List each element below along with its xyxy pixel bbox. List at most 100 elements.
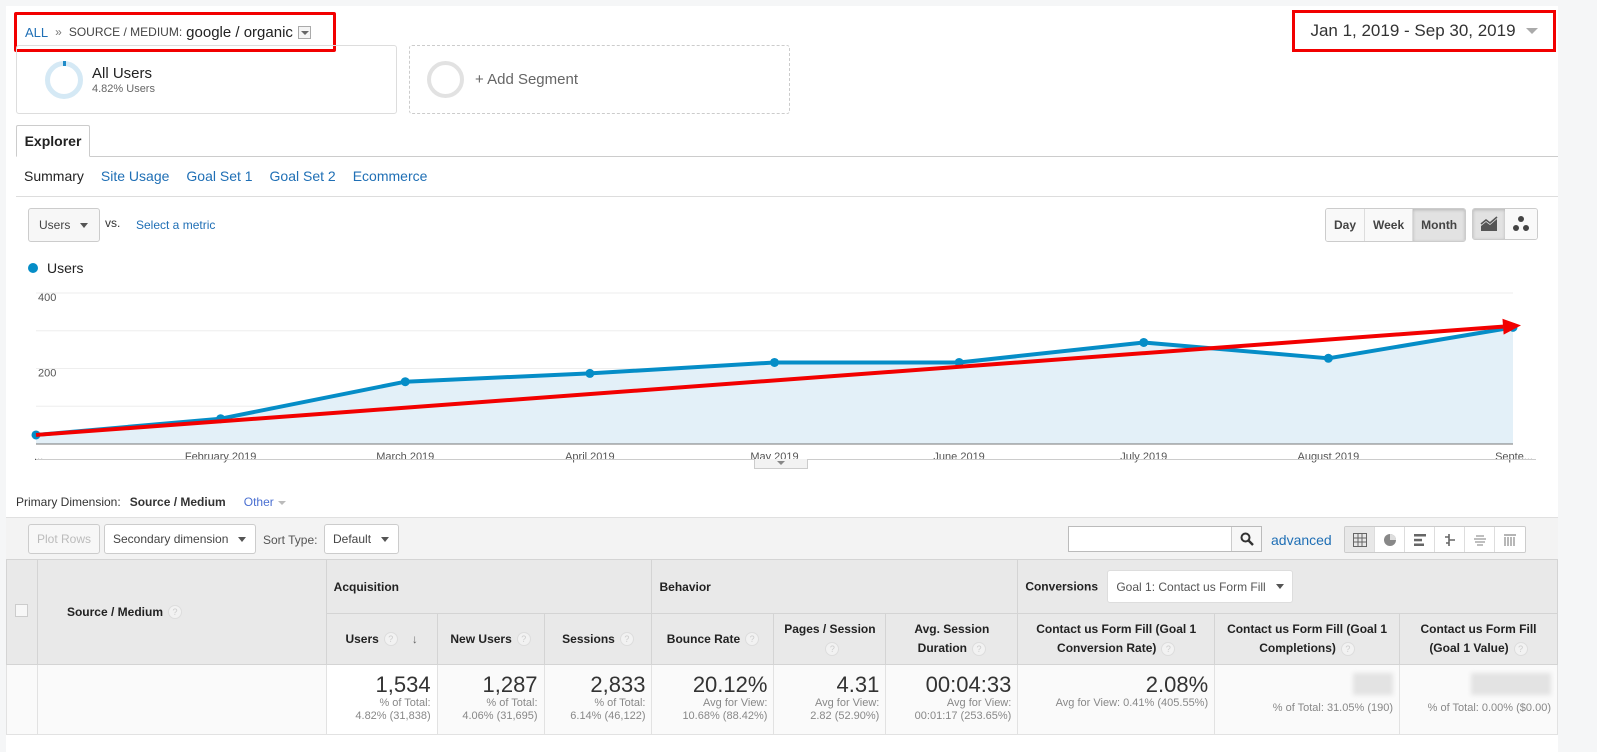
dimension-header-label: Source / Medium	[66, 604, 163, 619]
period-week-button[interactable]: Week	[1365, 209, 1414, 241]
help-icon[interactable]: ?	[745, 632, 760, 647]
primary-dimension-label: Primary Dimension:	[16, 495, 121, 509]
help-icon[interactable]: ?	[383, 632, 398, 647]
table-search-input[interactable]	[1069, 527, 1231, 551]
column-label: Contact us Form Fill (Goal 1 Completions…	[1227, 622, 1388, 655]
column-label: Users	[345, 631, 379, 646]
help-icon[interactable]: ?	[972, 641, 986, 656]
term-cloud-icon	[1473, 534, 1486, 546]
total-detail: 2.82 (52.90%)	[810, 710, 880, 722]
sort-type-value: Default	[333, 532, 372, 546]
term-cloud-view-button[interactable]	[1465, 527, 1495, 552]
total-value: 00:04:33	[925, 672, 1012, 697]
pivot-view-button[interactable]	[1495, 527, 1525, 552]
primary-dimension-bar: Primary Dimension: Source / Medium Other	[16, 495, 286, 509]
sort-type-label: Sort Type:	[263, 533, 318, 547]
column-header-new-users[interactable]: New Users?	[436, 613, 545, 665]
comparison-view-button[interactable]	[1435, 527, 1465, 552]
report-panel: ALL » SOURCE / MEDIUM: google / organic …	[6, 6, 1558, 752]
select-metric-link[interactable]: Select a metric	[136, 218, 215, 232]
x-tick-label: June 2019	[933, 451, 984, 463]
help-icon[interactable]: ?	[1340, 641, 1355, 656]
total-detail: 4.06% (31,695)	[462, 710, 538, 722]
sort-type-select[interactable]: Default	[324, 524, 399, 554]
date-range-picker[interactable]: Jan 1, 2019 - Sep 30, 2019	[1292, 10, 1556, 52]
help-icon[interactable]: ?	[516, 632, 531, 647]
help-icon[interactable]: ?	[825, 641, 840, 656]
total-caption: Avg for View:	[703, 697, 768, 709]
column-header-goal1-completions[interactable]: Contact us Form Fill (Goal 1 Completions…	[1214, 613, 1400, 665]
breadcrumb-separator: »	[55, 25, 62, 39]
dimension-header[interactable]: Source / Medium?	[36, 559, 327, 665]
column-header-bounce-rate[interactable]: Bounce Rate?	[651, 613, 775, 665]
totals-empty-cell	[6, 664, 38, 735]
total-value: 4.31	[836, 672, 880, 697]
caret-down-icon	[80, 222, 89, 228]
line-chart-button[interactable]	[1473, 209, 1505, 239]
subtab-site-usage[interactable]: Site Usage	[101, 168, 169, 184]
subtab-divider	[16, 196, 1558, 197]
segment-all-users[interactable]: All Users 4.82% Users	[16, 45, 397, 114]
data-point-users	[1323, 353, 1333, 363]
period-month-button[interactable]: Month	[1413, 209, 1466, 241]
pie-view-button[interactable]	[1375, 527, 1405, 552]
caret-down-icon	[1275, 584, 1284, 589]
total-caption: Avg for View: 0.41% (405.55%)	[1055, 697, 1209, 709]
series-area-users	[36, 327, 1513, 444]
table-view-button[interactable]	[1345, 527, 1375, 552]
advanced-filter-link[interactable]: advanced	[1271, 532, 1332, 548]
column-header-goal1-value[interactable]: Contact us Form Fill (Goal 1 Value)?	[1399, 613, 1558, 665]
metric-selector[interactable]: Users	[28, 208, 100, 242]
totals-dimension-cell	[36, 664, 327, 735]
chart-legend: Users	[28, 260, 84, 276]
subtab-goal-set-2[interactable]: Goal Set 2	[270, 168, 336, 184]
subtab-summary[interactable]: Summary	[24, 168, 84, 184]
column-label: Sessions	[562, 631, 615, 646]
primary-dimension-other[interactable]: Other	[244, 495, 286, 509]
column-header-pages-per-session[interactable]: Pages / Session?	[773, 613, 887, 665]
help-icon[interactable]: ?	[1161, 641, 1176, 656]
column-header-sessions[interactable]: Sessions?	[543, 613, 653, 665]
total-goal1-value-cell: % of Total: 0.00% ($0.00)	[1399, 664, 1558, 735]
x-tick-label: August 2019	[1297, 451, 1359, 463]
collapse-chart-button[interactable]	[754, 459, 808, 469]
column-header-avg-session-duration[interactable]: Avg. Session Duration?	[885, 613, 1019, 665]
column-header-users[interactable]: Users? ↓	[325, 613, 438, 665]
total-goal1-conversion-rate-cell: 2.08% Avg for View: 0.41% (405.55%)	[1017, 664, 1216, 735]
help-icon[interactable]: ?	[619, 632, 634, 647]
tab-explorer[interactable]: Explorer	[16, 125, 90, 157]
breadcrumb-dropdown-button[interactable]	[297, 25, 311, 39]
segment-title: All Users	[92, 64, 153, 82]
plot-rows-button[interactable]: Plot Rows	[28, 524, 101, 554]
x-tick-label: ...	[34, 451, 43, 463]
column-header-goal1-conversion-rate[interactable]: Contact us Form Fill (Goal 1 Conversion …	[1017, 613, 1216, 665]
select-all-checkbox[interactable]	[15, 604, 29, 617]
breadcrumb-dimension-label: SOURCE / MEDIUM:	[68, 25, 183, 39]
motion-chart-button[interactable]	[1505, 209, 1537, 239]
help-icon[interactable]: ?	[168, 605, 182, 620]
search-button[interactable]	[1231, 527, 1261, 551]
metric-selector-label: Users	[39, 218, 71, 232]
vs-label: vs.	[105, 216, 121, 230]
performance-view-button[interactable]	[1405, 527, 1435, 552]
redacted-value	[1471, 673, 1551, 695]
x-tick-label: March 2019	[376, 451, 434, 463]
comparison-view-icon	[1444, 533, 1455, 546]
period-day-button[interactable]: Day	[1326, 209, 1366, 241]
total-caption: % of Total: 0.00% ($0.00)	[1427, 702, 1551, 714]
table-group-header-row: Source / Medium? Acquisition Behavior Co…	[6, 559, 1558, 665]
subtab-goal-set-1[interactable]: Goal Set 1	[186, 168, 252, 184]
pie-view-icon	[1383, 533, 1396, 546]
primary-dimension-current[interactable]: Source / Medium	[130, 495, 226, 509]
tab-divider	[16, 156, 1558, 157]
conversion-goal-select[interactable]: Goal 1: Contact us Form Fill	[1107, 570, 1293, 603]
breadcrumb-all-link[interactable]: ALL	[25, 25, 48, 40]
sort-desc-arrow-icon: ↓	[411, 631, 418, 646]
add-segment-button[interactable]: + Add Segment	[409, 45, 790, 114]
caret-down-icon	[381, 536, 390, 542]
help-icon[interactable]: ?	[1513, 641, 1528, 656]
secondary-dimension-select[interactable]: Secondary dimension	[104, 524, 256, 554]
total-caption: Avg for View:	[946, 697, 1012, 709]
subtab-ecommerce[interactable]: Ecommerce	[353, 168, 428, 184]
date-range-label: Jan 1, 2019 - Sep 30, 2019	[1310, 21, 1516, 40]
